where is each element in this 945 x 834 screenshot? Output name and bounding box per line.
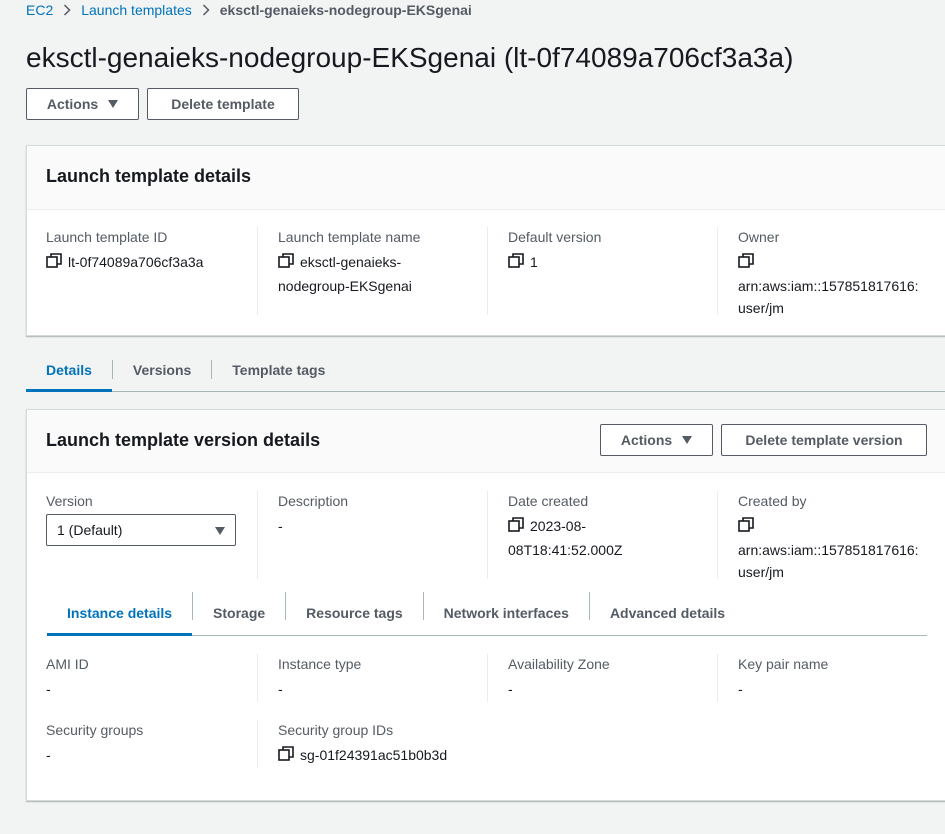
launch-template-version-details-panel: Launch template version details Actions … [26, 409, 945, 801]
launch-template-details-panel: Launch template details Launch template … [26, 145, 945, 336]
field-description: Description - [257, 491, 487, 579]
copy-icon[interactable] [508, 517, 524, 539]
caret-down-icon [215, 527, 225, 535]
field-label: Key pair name [738, 656, 829, 672]
field-label: Description [278, 493, 349, 509]
default-version-value: 1 [530, 254, 538, 270]
tab-network-interfaces[interactable]: Network interfaces [424, 590, 589, 635]
panel-title: Launch template details [46, 166, 252, 186]
copy-icon[interactable] [278, 746, 294, 768]
tab-instance-details[interactable]: Instance details [47, 590, 193, 636]
breadcrumb-current: eksctl-genaieks-nodegroup-EKSgenai [219, 2, 472, 18]
version-select[interactable]: 1 (Default) [46, 514, 236, 546]
field-value: 1 [508, 251, 717, 275]
key-pair-value: - [738, 681, 743, 697]
tab-advanced-details[interactable]: Advanced details [590, 590, 745, 635]
copy-icon[interactable] [508, 253, 524, 275]
breadcrumb-link-ec2[interactable]: EC2 [26, 2, 53, 18]
tab-resource-tags[interactable]: Resource tags [286, 590, 422, 635]
field-label: Default version [508, 229, 602, 245]
chevron-right-icon [202, 4, 210, 16]
field-value: eksctl-genaieks- nodegroup-EKSgenai [278, 251, 487, 297]
field-value: arn:aws:iam::157851817616: user/jm [738, 515, 945, 583]
page-title: eksctl-genaieks-nodegroup-EKSgenai (lt-0… [26, 42, 794, 73]
security-groups-value: - [46, 747, 51, 763]
tab-storage[interactable]: Storage [193, 590, 285, 635]
field-label: Instance type [278, 656, 362, 672]
copy-icon[interactable] [738, 517, 754, 539]
tab-template-tags[interactable]: Template tags [212, 348, 345, 391]
description-value: - [278, 518, 283, 534]
field-value: 2023-08- 08T18:41:52.000Z [508, 515, 717, 561]
date-created-line-1: 2023-08- [530, 518, 587, 534]
field-label: Date created [508, 493, 589, 509]
field-label: Version [46, 493, 93, 509]
field-created-by: Created by arn:aws:iam::157851817616: us… [717, 491, 945, 580]
version-actions-button[interactable]: Actions [600, 424, 713, 456]
panel-header: Launch template details [27, 146, 945, 210]
delete-template-version-button[interactable]: Delete template version [721, 424, 927, 456]
date-created-line-2: 08T18:41:52.000Z [508, 542, 623, 558]
field-date-created: Date created 2023-08- 08T18:41:52.000Z [487, 491, 717, 579]
security-group-ids-value: sg-01f24391ac51b0b3d [300, 747, 448, 763]
copy-icon[interactable] [278, 253, 294, 275]
field-instance-type: Instance type - [257, 654, 487, 702]
actions-button-label: Actions [46, 96, 99, 112]
field-availability-zone: Availability Zone - [487, 654, 717, 702]
delete-template-label: Delete template [171, 96, 275, 112]
launch-template-name-line-1: eksctl-genaieks- [300, 254, 402, 270]
owner-line-1: arn:aws:iam::157851817616: [738, 278, 919, 294]
main-tabs: Details Versions Template tags [26, 336, 945, 392]
breadcrumb: EC2 Launch templates eksctl-genaieks-nod… [26, 0, 472, 20]
delete-template-version-label: Delete template version [745, 432, 903, 448]
field-version: Version [46, 491, 256, 511]
panel-title: Launch template version details [46, 430, 321, 450]
field-label: AMI ID [46, 656, 89, 672]
version-actions-label: Actions [620, 432, 673, 448]
field-label: Owner [738, 229, 780, 245]
caret-down-icon [108, 100, 119, 108]
delete-template-button[interactable]: Delete template [147, 88, 299, 120]
availability-zone-value: - [508, 681, 513, 697]
launch-template-name-line-2: nodegroup-EKSgenai [278, 278, 412, 294]
field-owner: Owner arn:aws:iam::157851817616: user/jm [717, 227, 945, 316]
ami-id-value: - [46, 681, 51, 697]
field-security-group-ids: Security group IDs sg-01f24391ac51b0b3d [257, 720, 487, 768]
field-value: arn:aws:iam::157851817616: user/jm [738, 251, 945, 319]
field-launch-template-id: Launch template ID lt-0f74089a706cf3a3a [46, 227, 256, 275]
copy-icon[interactable] [738, 253, 754, 275]
owner-line-2: user/jm [738, 300, 784, 316]
field-security-groups: Security groups - [46, 720, 256, 766]
instance-type-value: - [278, 681, 283, 697]
tab-versions[interactable]: Versions [113, 348, 211, 391]
created-by-line-1: arn:aws:iam::157851817616: [738, 542, 919, 558]
version-select-value: 1 (Default) [57, 522, 123, 538]
field-default-version: Default version 1 [487, 227, 717, 315]
actions-button[interactable]: Actions [26, 88, 139, 120]
tab-details[interactable]: Details [26, 348, 112, 392]
field-value: lt-0f74089a706cf3a3a [46, 251, 256, 275]
version-sub-tabs: Instance details Storage Resource tags N… [47, 590, 927, 636]
caret-down-icon [682, 436, 693, 444]
field-ami-id: AMI ID - [46, 654, 256, 700]
created-by-line-2: user/jm [738, 564, 784, 580]
field-key-pair-name: Key pair name - [717, 654, 945, 702]
field-label: Launch template name [278, 229, 421, 245]
copy-icon[interactable] [46, 253, 62, 275]
chevron-right-icon [63, 4, 71, 16]
field-label: Security groups [46, 722, 144, 738]
field-label: Created by [738, 493, 807, 509]
field-label: Security group IDs [278, 722, 394, 738]
field-launch-template-name: Launch template name eksctl-genaieks- no… [257, 227, 487, 315]
field-label: Launch template ID [46, 229, 168, 245]
breadcrumb-link-launch-templates[interactable]: Launch templates [81, 2, 192, 18]
launch-template-id-value: lt-0f74089a706cf3a3a [68, 254, 204, 270]
field-value: sg-01f24391ac51b0b3d [278, 744, 487, 768]
field-label: Availability Zone [508, 656, 610, 672]
